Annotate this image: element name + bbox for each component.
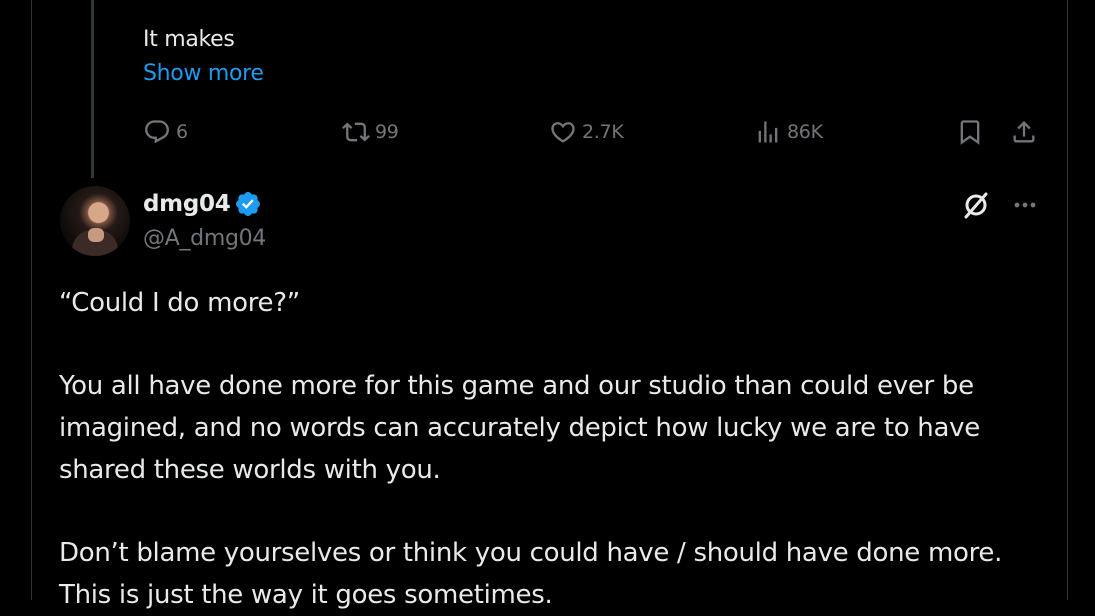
like-icon — [551, 122, 575, 143]
tweet-text-line: shared these worlds with you. — [59, 455, 441, 485]
reply-count: 6 — [176, 121, 188, 143]
author-display-name[interactable]: dmg04 — [143, 191, 231, 217]
show-more-link[interactable]: Show more — [143, 61, 264, 86]
bookmark-icon — [960, 120, 980, 145]
share-button[interactable] — [1010, 112, 1038, 152]
tweet-text-line: imagined, and no words can accurately de… — [59, 413, 980, 443]
tweet-text-line: “Could I do more?” — [59, 288, 300, 318]
column-border-left — [31, 0, 32, 600]
verified-badge-icon — [236, 192, 261, 216]
author-handle[interactable]: @A_dmg04 — [143, 226, 266, 251]
views-button[interactable]: 86K — [754, 112, 823, 152]
share-icon — [1013, 121, 1035, 143]
tweet-text-line: This is just the way it goes sometimes. — [59, 580, 553, 610]
views-count: 86K — [787, 121, 823, 143]
tweet-action-bar: 6 99 2.7K 86K — [0, 112, 1095, 152]
more-icon[interactable] — [1010, 191, 1040, 219]
avatar[interactable] — [60, 186, 130, 256]
bookmark-button[interactable] — [956, 112, 984, 152]
column-border-right — [1067, 0, 1068, 600]
repost-button[interactable]: 99 — [342, 112, 399, 152]
views-icon — [758, 121, 778, 143]
grok-icon[interactable] — [960, 189, 992, 221]
like-count: 2.7K — [582, 121, 624, 143]
reply-button[interactable]: 6 — [143, 112, 188, 152]
repost-icon — [342, 122, 370, 142]
previous-tweet-text: It makes — [143, 27, 235, 52]
repost-count: 99 — [375, 121, 399, 143]
like-button[interactable]: 2.7K — [549, 112, 624, 152]
author-name-row[interactable]: dmg04 — [143, 190, 262, 218]
tweet-text-line: You all have done more for this game and… — [59, 371, 974, 401]
tweet-text-line: Don’t blame yourselves or think you coul… — [59, 538, 1003, 568]
reply-icon — [145, 120, 169, 144]
